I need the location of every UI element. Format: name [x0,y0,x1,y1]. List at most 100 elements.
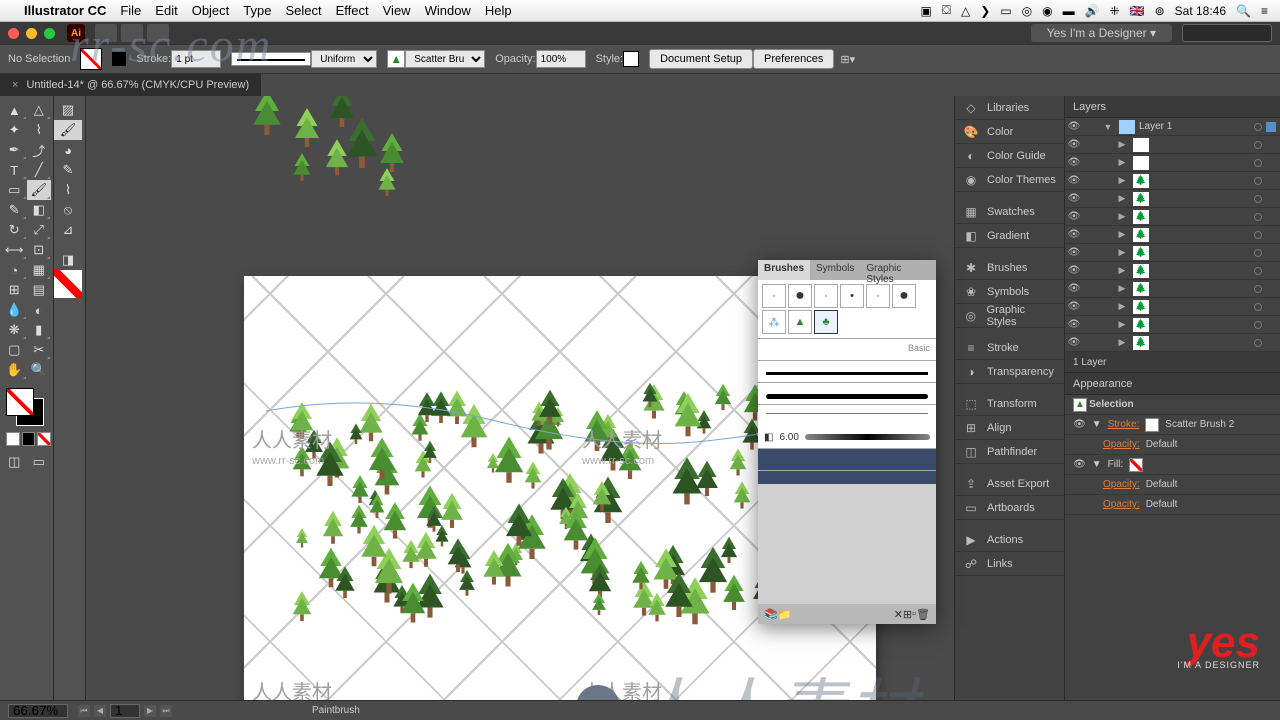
appearance-opacity[interactable]: Opacity: Default [1065,495,1280,515]
panel-transform[interactable]: ⬚Transform [955,392,1064,416]
brush-dot-2[interactable]: ● [788,284,812,308]
zoom-select[interactable] [8,704,68,718]
symbol-sprayer-tool[interactable]: ❋ [2,320,27,340]
visibility-icon[interactable]: 👁 [1073,459,1086,470]
brushes-panel[interactable]: Brushes Symbols Graphic Styles · ● · • ·… [758,260,936,624]
pencil-tool[interactable]: ✎ [2,200,27,220]
layer-row[interactable]: 👁 ▶🌲 [1065,226,1280,244]
bluetooth-icon[interactable]: ⁜ [1110,4,1120,18]
volume-icon[interactable]: 🔊 [1085,4,1100,18]
visibility-icon[interactable]: 👁 [1073,419,1086,430]
menu-file[interactable]: File [120,3,141,18]
draw-mode[interactable]: ◫ [2,452,27,472]
display-icon[interactable]: ▭ [1000,4,1011,18]
perspective-tool[interactable]: ▦ [27,260,52,280]
align-to-icon[interactable]: ⊞▾ [840,53,855,66]
menu-window[interactable]: Window [425,3,471,18]
layer-row[interactable]: 👁 ▶🌲 [1065,172,1280,190]
appearance-stroke-row[interactable]: 👁 ▼ Stroke: Scatter Brush 2 [1065,415,1280,435]
first-artboard-button[interactable]: ⏮ [78,705,90,717]
join-tool[interactable]: ⊿ [54,220,82,240]
gradient-tool[interactable]: ▤ [27,280,52,300]
stroke-weight-input[interactable] [171,50,221,68]
panel-artboards[interactable]: ▭Artboards [955,496,1064,520]
stock-button[interactable] [147,24,169,42]
brush-tree[interactable]: ▲ [788,310,812,334]
brushes-tab[interactable]: Brushes [758,260,810,280]
brush-stroke-1[interactable] [758,360,936,382]
cloud-icon[interactable]: △ [961,4,970,18]
menu-type[interactable]: Type [243,3,271,18]
artboard-tool[interactable]: ▢ [2,340,27,360]
fill-label[interactable]: Fill: [1108,459,1124,470]
fill-color[interactable] [6,388,34,416]
appearance-fill-row[interactable]: 👁 ▼ Fill: [1065,455,1280,475]
delete-icon[interactable]: 🗑 [916,608,930,621]
layer-row[interactable]: 👁 ▶🌲 [1065,262,1280,280]
bridge-button[interactable] [95,24,117,42]
magic-wand-tool[interactable]: ✦ [2,120,27,140]
line-tool[interactable]: ╱ [27,160,52,180]
scale-tool[interactable]: ⤢ [27,220,52,240]
width-tool[interactable]: ⟷ [2,240,27,260]
panel-gradient[interactable]: ◧Gradient [955,224,1064,248]
library-icon[interactable]: 📚 [764,608,778,621]
expand-icon[interactable]: ▼ [1092,419,1102,430]
direct-selection-tool[interactable]: △ [27,100,52,120]
layer-row[interactable]: 👁 ▶🌲 [1065,190,1280,208]
close-window[interactable] [8,28,19,39]
app-icon[interactable]: ▬ [1063,4,1075,18]
expand-icon[interactable]: ▼ [1101,122,1115,132]
status-icon[interactable]: ❯ [980,4,990,18]
panel-color-themes[interactable]: ◉Color Themes [955,168,1064,192]
zoom-window[interactable] [44,28,55,39]
brush-dot-4[interactable]: • [840,284,864,308]
menu-view[interactable]: View [383,3,411,18]
slice-tool[interactable]: ✂ [27,340,52,360]
pen-tool[interactable]: ✒ [2,140,27,160]
gradient-mode[interactable] [22,432,36,446]
appearance-fill-opacity[interactable]: Opacity: Default [1065,475,1280,495]
panel-swatches[interactable]: ▦Swatches [955,200,1064,224]
search-field[interactable] [1182,24,1272,42]
brush-stroke-2[interactable] [758,382,936,404]
style-swatch[interactable] [623,51,639,67]
arrange-button[interactable] [121,24,143,42]
stroke-label[interactable]: Stroke: [1108,419,1140,430]
opacity-label[interactable]: Opacity: [1103,499,1140,510]
options-icon[interactable]: ⊞ [903,608,912,621]
panel-symbols[interactable]: ❀Symbols [955,280,1064,304]
opacity-label[interactable]: Opacity: [1103,479,1140,490]
selection-tool[interactable]: ▲ [2,100,27,120]
panel-graphic-styles[interactable]: ◎Graphic Styles [955,304,1064,328]
layer-row-top[interactable]: 👁 ▼ Layer 1 [1065,118,1280,136]
visibility-icon[interactable]: 👁 [1065,121,1083,132]
path-eraser-tool[interactable]: ⦸ [54,200,82,220]
brush-arrow[interactable] [758,404,936,426]
brush-dot-6[interactable]: ● [892,284,916,308]
profile-preview[interactable] [231,52,311,66]
profile-select[interactable]: Uniform [311,50,377,68]
panel-asset-export[interactable]: ⇪Asset Export [955,472,1064,496]
layer-row[interactable]: 👁 ▶🌲 [1065,244,1280,262]
fill-proxy[interactable]: ▨ [54,100,82,120]
fill-swatch[interactable] [1129,458,1143,472]
menu-icon[interactable]: ≡ [1261,4,1268,18]
pattern-brush-2[interactable] [758,470,936,484]
mesh-tool[interactable]: ⊞ [2,280,27,300]
pencil-tool-2[interactable]: ✎ [54,160,82,180]
minimize-window[interactable] [26,28,37,39]
curvature-tool[interactable]: ⤴ [27,140,52,160]
menu-object[interactable]: Object [192,3,230,18]
brush-dot-5[interactable]: · [866,284,890,308]
panel-links[interactable]: ☍Links [955,552,1064,576]
brush-basic[interactable] [758,338,936,360]
brush-dot-1[interactable]: · [762,284,786,308]
brush-preview[interactable]: ▲ [387,50,405,68]
free-transform-tool[interactable]: ⊡ [27,240,52,260]
panel-color[interactable]: 🎨Color [955,120,1064,144]
graph-tool[interactable]: ▮ [27,320,52,340]
panel-color-guide[interactable]: ◐Color Guide [955,144,1064,168]
brush-scatter-1[interactable]: ⁂ [762,310,786,334]
brush-dot-3[interactable]: · [814,284,838,308]
